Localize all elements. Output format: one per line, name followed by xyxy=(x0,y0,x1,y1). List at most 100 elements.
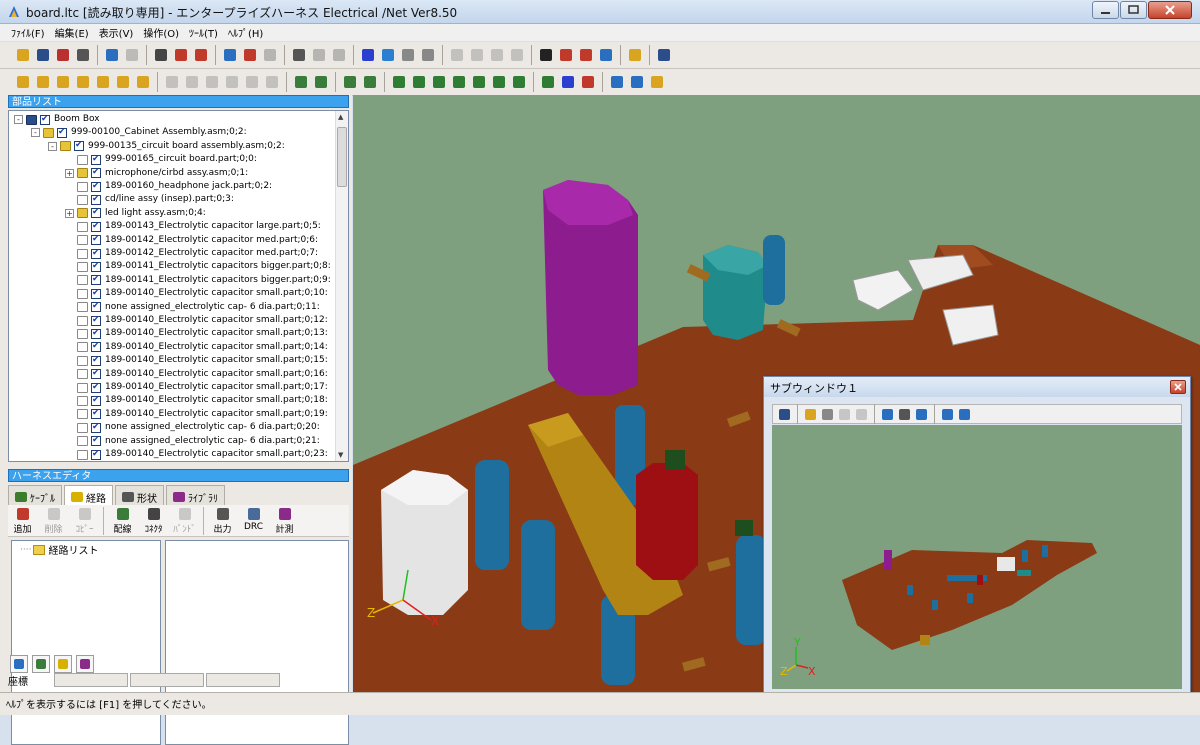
select-icon[interactable] xyxy=(241,46,259,64)
color-icon[interactable] xyxy=(579,73,597,91)
display-icon[interactable] xyxy=(508,46,526,64)
harness-tab[interactable]: 経路 xyxy=(64,485,113,505)
maximize-button[interactable] xyxy=(1120,1,1147,19)
tool-icon[interactable] xyxy=(510,73,528,91)
tree-item[interactable]: 189-00140_Electrolytic capacitor small.p… xyxy=(65,287,328,300)
delete-button[interactable]: 削除 xyxy=(39,505,68,536)
visibility-checkbox[interactable] xyxy=(91,220,101,233)
tree-scrollbar[interactable]: ▲ ▼ xyxy=(335,111,348,461)
tree-item[interactable]: 189-00140_Electrolytic capacitor small.p… xyxy=(65,394,328,407)
tool-icon[interactable] xyxy=(470,73,488,91)
add-button[interactable]: 追加 xyxy=(8,505,37,536)
zoom-fit-icon[interactable] xyxy=(361,73,379,91)
tree-item[interactable]: - 999-00100_Cabinet Assembly.asm;0;2: xyxy=(31,126,247,139)
visibility-checkbox[interactable] xyxy=(91,327,101,340)
visibility-checkbox[interactable] xyxy=(91,206,101,219)
tree-item[interactable]: 189-00140_Electrolytic capacitor small.p… xyxy=(65,407,328,421)
tree-item[interactable]: cd/line assy (insep).part;0;3: xyxy=(65,193,234,206)
zoom-fit-icon[interactable] xyxy=(957,407,972,422)
visibility-checkbox[interactable] xyxy=(57,126,67,139)
minimize-button[interactable] xyxy=(1092,1,1119,19)
report-icon[interactable] xyxy=(608,73,626,91)
wire-edit-icon[interactable] xyxy=(192,46,210,64)
pencil-icon[interactable] xyxy=(152,46,170,64)
shape-icon[interactable] xyxy=(577,46,595,64)
save-icon[interactable] xyxy=(34,46,52,64)
visibility-checkbox[interactable] xyxy=(74,139,84,152)
tree-item[interactable]: - 999-00135_circuit board assembly.asm;0;… xyxy=(48,139,285,153)
scroll-thumb[interactable] xyxy=(337,127,347,187)
view-icon[interactable] xyxy=(263,73,281,91)
cube-view-icon[interactable] xyxy=(74,73,92,91)
visibility-checkbox[interactable] xyxy=(91,247,101,260)
view-icon[interactable] xyxy=(203,73,221,91)
sub-window-titlebar[interactable]: サブウィンドウ１ xyxy=(764,377,1190,397)
visibility-checkbox[interactable] xyxy=(91,367,101,380)
visibility-checkbox[interactable] xyxy=(91,340,101,353)
wire-cut-icon[interactable] xyxy=(172,46,190,64)
menu-view[interactable]: 表示(V) xyxy=(94,25,139,40)
visibility-checkbox[interactable] xyxy=(91,193,101,206)
tree-item[interactable]: 189-00140_Electrolytic capacitor small.p… xyxy=(65,340,328,354)
grid-icon[interactable] xyxy=(330,46,348,64)
tree-item[interactable]: 189-00140_Electrolytic capacitor small.p… xyxy=(65,354,328,367)
visibility-checkbox[interactable] xyxy=(91,300,101,313)
wireframe-icon[interactable] xyxy=(399,46,417,64)
open-icon[interactable] xyxy=(14,46,32,64)
display-icon[interactable] xyxy=(448,46,466,64)
visibility-checkbox[interactable] xyxy=(91,287,101,300)
auto-icon[interactable] xyxy=(557,46,575,64)
visibility-checkbox[interactable] xyxy=(91,434,101,447)
menu-tools[interactable]: ﾂｰﾙ(T) xyxy=(184,25,223,40)
cube-view-icon[interactable] xyxy=(134,73,152,91)
tree-item[interactable]: 189-00160_headphone jack.part;0;2: xyxy=(65,180,272,193)
layer-icon[interactable] xyxy=(310,46,328,64)
zoom-window-icon[interactable] xyxy=(341,73,359,91)
visibility-checkbox[interactable] xyxy=(40,113,50,126)
sub-window[interactable]: サブウィンドウ１ Y Z X xyxy=(763,376,1191,701)
harness-tab[interactable]: 形状 xyxy=(115,485,164,505)
cube-view-icon[interactable] xyxy=(34,73,52,91)
rotate-icon[interactable] xyxy=(880,407,895,422)
settings-icon[interactable] xyxy=(76,655,94,673)
view-icon[interactable] xyxy=(854,407,869,422)
tree-item[interactable]: 189-00142_Electrolytic capacitor med.par… xyxy=(65,247,318,260)
connector-button[interactable]: ｺﾈｸﾀ xyxy=(139,505,168,536)
tree-item[interactable]: - Boom Box xyxy=(14,113,100,126)
speed-icon[interactable] xyxy=(597,46,615,64)
tree-item[interactable]: none assigned_electrolytic cap- 6 dia.pa… xyxy=(65,434,320,448)
tree-item[interactable]: 189-00143_Electrolytic capacitor large.p… xyxy=(65,220,321,233)
sub-window-close-button[interactable] xyxy=(1170,380,1186,394)
speaker-icon[interactable] xyxy=(537,46,555,64)
visibility-checkbox[interactable] xyxy=(91,153,101,166)
tree-item[interactable]: none assigned_electrolytic cap- 6 dia.pa… xyxy=(65,421,320,434)
cube-view-icon[interactable] xyxy=(114,73,132,91)
visibility-checkbox[interactable] xyxy=(91,381,101,394)
copy-button[interactable]: ｺﾋﾟｰ xyxy=(70,505,99,536)
connect-icon[interactable] xyxy=(221,46,239,64)
parts-tree[interactable]: ▲ ▼ - Boom Box - 999-00100_Cabinet Assembly… xyxy=(8,110,349,462)
tree-icon[interactable] xyxy=(292,73,310,91)
cube-view-icon[interactable] xyxy=(54,73,72,91)
pen-icon[interactable] xyxy=(539,73,557,91)
tree-item[interactable]: 999-00165_circuit board.part;0;0: xyxy=(65,153,257,166)
hidden-line-icon[interactable] xyxy=(419,46,437,64)
tool-icon[interactable] xyxy=(410,73,428,91)
marker-icon[interactable] xyxy=(648,73,666,91)
pan-icon[interactable] xyxy=(914,407,929,422)
tool-icon[interactable] xyxy=(450,73,468,91)
wireframe-icon[interactable] xyxy=(820,407,835,422)
properties-icon[interactable] xyxy=(290,46,308,64)
redo-icon[interactable] xyxy=(123,46,141,64)
visibility-checkbox[interactable] xyxy=(91,314,101,327)
tree-item[interactable]: 189-00140_Electrolytic capacitor small.p… xyxy=(65,314,328,327)
shaded-view-icon[interactable] xyxy=(359,46,377,64)
cube-view-icon[interactable] xyxy=(14,73,32,91)
color-view-icon[interactable] xyxy=(379,46,397,64)
collapse-icon[interactable]: - xyxy=(48,141,57,151)
route-list-root[interactable]: ···· 経路リスト xyxy=(20,542,98,557)
menu-file[interactable]: ﾌｧｲﾙ(F) xyxy=(6,25,50,40)
tree-item[interactable]: 189-00142_Electrolytic capacitor med.par… xyxy=(65,233,318,247)
highlight-icon[interactable] xyxy=(559,73,577,91)
visibility-checkbox[interactable] xyxy=(91,180,101,193)
